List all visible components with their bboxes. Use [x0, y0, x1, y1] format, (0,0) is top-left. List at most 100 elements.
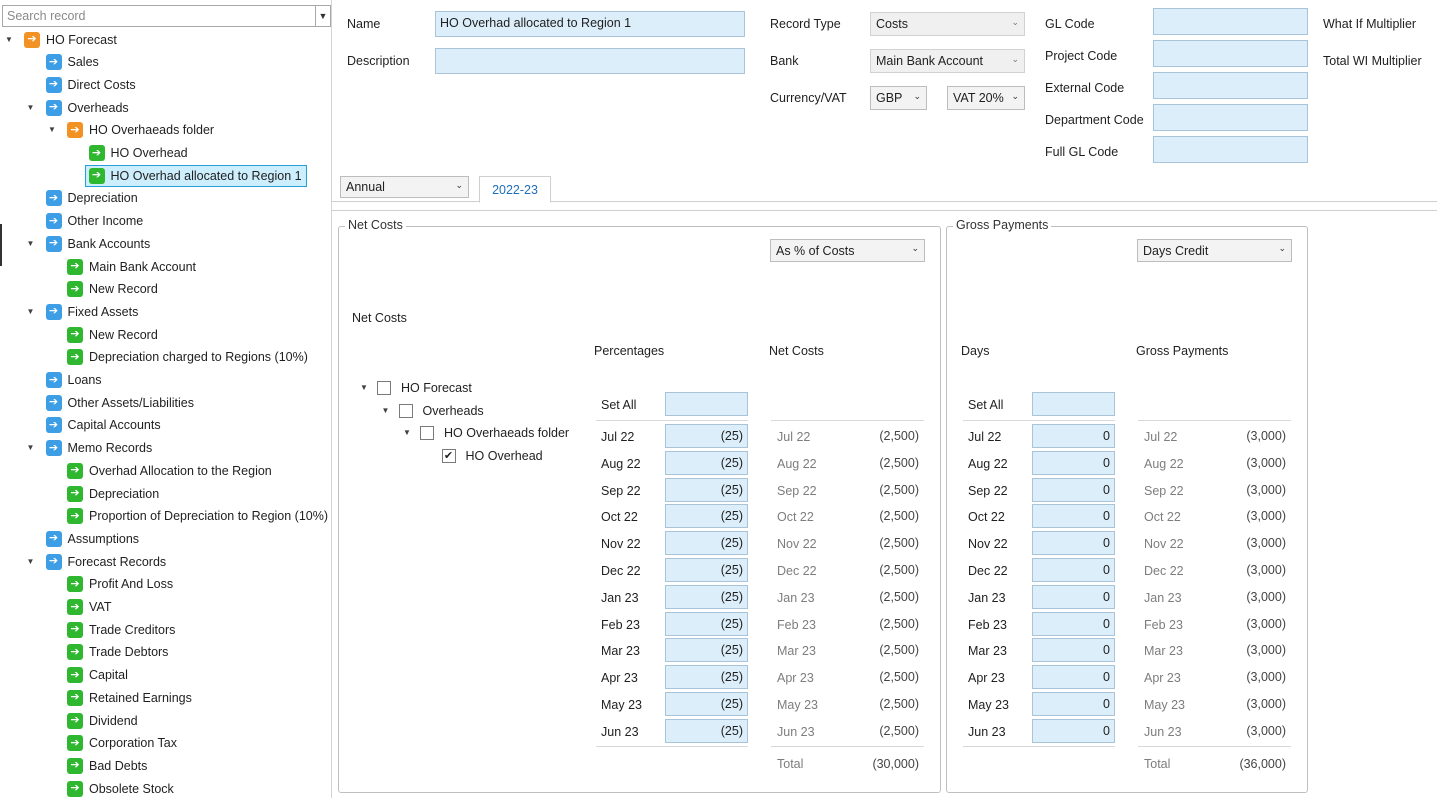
percentage-input[interactable]: (25) [665, 477, 748, 502]
expand-arrow-icon[interactable]: ▼ [26, 103, 36, 112]
search-dropdown-button[interactable]: ▼ [315, 5, 331, 27]
percent-set-all-input[interactable] [665, 392, 748, 416]
checkbox[interactable]: ✔ [441, 449, 456, 464]
days-input[interactable]: 0 [1032, 718, 1115, 743]
tree-item[interactable]: ➔ Assumptions [45, 528, 139, 550]
tree-item[interactable]: ➔ Memo Records [45, 437, 152, 459]
tree-item[interactable]: ➔ HO Overhead [88, 142, 188, 164]
tree-item[interactable]: ➔ Proportion of Depreciation to Region (1… [67, 505, 328, 527]
tree-item[interactable]: ➔ Direct Costs [45, 74, 136, 96]
percentage-input[interactable]: (25) [665, 665, 748, 690]
days-input[interactable]: 0 [1032, 531, 1115, 556]
expand-arrow-icon[interactable]: ▼ [26, 239, 36, 248]
vat-select[interactable]: VAT 20% ⌄ [947, 86, 1025, 110]
month-label: Dec 22 [777, 564, 817, 578]
description-field[interactable] [435, 48, 745, 74]
tree-item[interactable]: ➔ Forecast Records [45, 551, 166, 573]
percentage-input[interactable]: (25) [665, 531, 748, 556]
tree-item[interactable]: ➔ Capital Accounts [45, 414, 161, 436]
search-box [2, 5, 316, 27]
net-costs-mode-select[interactable]: As % of Costs ⌄ [770, 239, 925, 262]
percentage-input[interactable]: (25) [665, 504, 748, 529]
days-input[interactable]: 0 [1032, 558, 1115, 582]
days-input[interactable]: 0 [1032, 638, 1115, 663]
name-field[interactable]: HO Overhad allocated to Region 1 [435, 11, 745, 37]
tree-item[interactable]: ➔ HO Forecast [24, 29, 117, 51]
tree-item[interactable]: ➔ Other Income [45, 210, 143, 232]
tree-item[interactable]: ➔ New Record [67, 324, 158, 346]
days-input[interactable]: 0 [1032, 504, 1115, 529]
gl-code-field[interactable] [1153, 8, 1308, 35]
record-type-select[interactable]: Costs ⌄ [870, 12, 1025, 36]
expand-arrow-icon[interactable]: ▼ [359, 383, 369, 392]
percentage-input[interactable]: (25) [665, 692, 748, 716]
percentage-input[interactable]: (25) [665, 424, 748, 448]
external-code-field[interactable] [1153, 72, 1308, 99]
project-code-field[interactable] [1153, 40, 1308, 67]
expand-arrow-icon[interactable]: ▼ [4, 35, 14, 44]
expand-arrow-icon[interactable]: ▼ [26, 307, 36, 316]
tree-item[interactable]: ➔ Overhad Allocation to the Region [67, 460, 272, 482]
search-input[interactable] [3, 6, 315, 26]
tree-item[interactable]: ➔ Overheads [45, 97, 129, 119]
tree-item-label: HO Overhaeads folder [89, 123, 215, 138]
tree-item[interactable]: ➔ Depreciation [67, 483, 159, 505]
tree-item-label: Fixed Assets [67, 304, 139, 319]
days-input[interactable]: 0 [1032, 584, 1115, 609]
percentage-input[interactable]: (25) [665, 558, 748, 582]
percentage-input[interactable]: (25) [665, 450, 748, 475]
days-input[interactable]: 0 [1032, 477, 1115, 502]
tree-item[interactable]: ➔ Capital [67, 664, 128, 686]
tree-item[interactable]: ➔ Other Assets/Liabilities [45, 392, 194, 414]
percentage-input[interactable]: (25) [665, 611, 748, 636]
expand-arrow-icon[interactable]: ▼ [402, 428, 412, 437]
tree-item[interactable]: ➔ Trade Debtors [67, 641, 168, 663]
days-input[interactable]: 0 [1032, 424, 1115, 448]
month-label: Sep 22 [968, 483, 1008, 498]
month-label: Jul 22 [1144, 430, 1178, 444]
tree-item[interactable]: ➔ Trade Creditors [67, 619, 175, 641]
department-code-field[interactable] [1153, 104, 1308, 131]
expand-arrow-icon[interactable]: ▼ [47, 125, 57, 134]
checkbox[interactable] [420, 426, 434, 441]
tab-2022-23[interactable]: 2022-23 [479, 176, 551, 203]
tree-item[interactable]: ➔ Bad Debts [67, 755, 147, 777]
days-input[interactable]: 0 [1032, 450, 1115, 475]
percentage-input[interactable]: (25) [665, 584, 748, 609]
percentage-input[interactable]: (25) [665, 638, 748, 663]
tree-item[interactable]: ➔ Dividend [67, 710, 138, 732]
checkbox[interactable] [377, 381, 391, 395]
chevron-down-icon: ⌄ [1011, 17, 1019, 27]
days-input[interactable]: 0 [1032, 611, 1115, 636]
tree-item[interactable]: ➔ Retained Earnings [67, 687, 192, 709]
bank-select[interactable]: Main Bank Account ⌄ [870, 49, 1025, 73]
tree-item[interactable]: ➔ Fixed Assets [45, 301, 139, 323]
days-set-all-input[interactable] [1032, 392, 1115, 416]
tree-item[interactable]: ➔ Sales [45, 51, 99, 73]
tree-item[interactable]: ➔ Loans [45, 369, 102, 391]
tree-item[interactable]: ➔ VAT [67, 596, 111, 618]
expand-arrow-icon[interactable]: ▼ [26, 557, 36, 566]
gross-payments-mode-select[interactable]: Days Credit ⌄ [1137, 239, 1292, 262]
tree-item[interactable]: ➔ HO Overhaeads folder [67, 119, 214, 141]
tree-item[interactable]: ➔ HO Overhad allocated to Region 1 [84, 164, 307, 187]
days-input[interactable]: 0 [1032, 665, 1115, 690]
period-select[interactable]: Annual ⌄ [340, 176, 469, 198]
tree-item[interactable]: ➔ Bank Accounts [45, 233, 150, 255]
tree-item[interactable]: ➔ New Record [67, 278, 158, 300]
days-input[interactable]: 0 [1032, 692, 1115, 716]
tree-item[interactable]: ➔ Profit And Loss [67, 573, 173, 595]
bank-value: Main Bank Account [876, 54, 984, 68]
tree-item[interactable]: ➔ Obsolete Stock [67, 778, 174, 798]
tree-item[interactable]: ➔ Depreciation [45, 187, 138, 209]
tree-item[interactable]: ➔ Main Bank Account [67, 256, 196, 278]
expand-arrow-icon[interactable]: ▼ [26, 443, 36, 452]
tree-item[interactable]: ➔ Corporation Tax [67, 732, 177, 754]
tree-item[interactable]: ➔ Depreciation charged to Regions (10%) [67, 346, 308, 368]
full-gl-code-field[interactable] [1153, 136, 1308, 163]
expand-arrow-icon[interactable]: ▼ [381, 406, 391, 415]
percentage-input[interactable]: (25) [665, 718, 748, 743]
checkbox[interactable] [398, 403, 413, 418]
currency-select[interactable]: GBP ⌄ [870, 86, 927, 110]
month-label: Mar 23 [1144, 644, 1183, 659]
